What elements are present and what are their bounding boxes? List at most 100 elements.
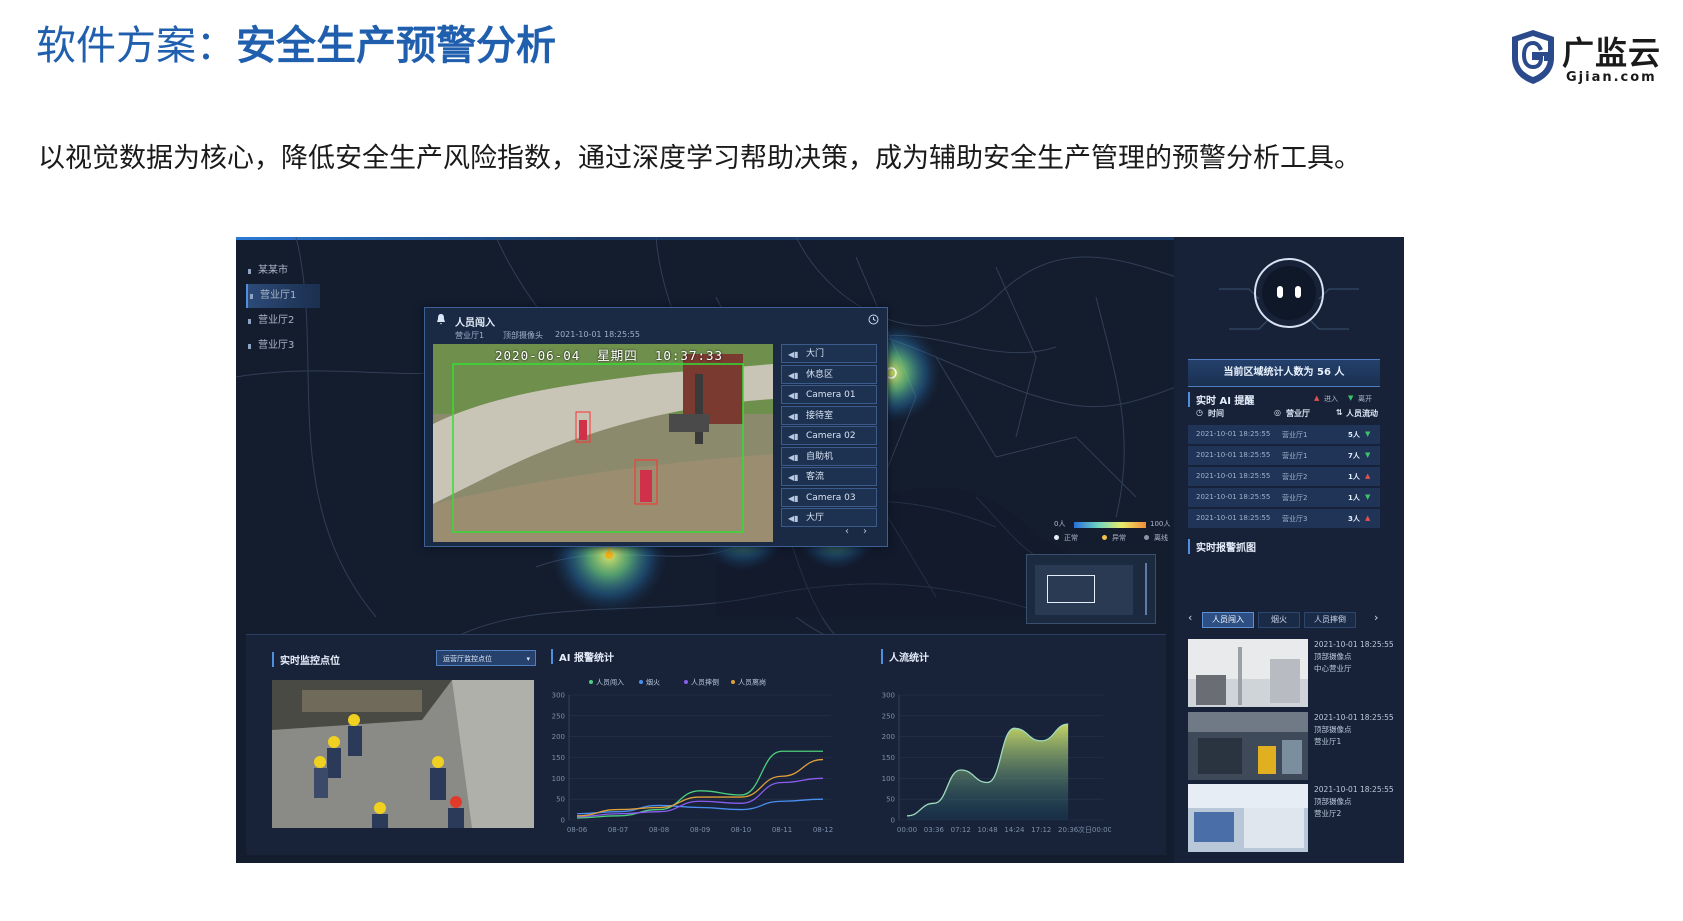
arrow-down-icon: ▼ bbox=[1348, 394, 1354, 402]
col-flow: 人员流动 bbox=[1346, 409, 1378, 418]
video-timestamp: 2020-06-04 星期四 10:37:33 bbox=[495, 348, 724, 363]
ai-legend: ▲ 进入 ▼ 离开 bbox=[1314, 394, 1394, 404]
camera-label: 自助机 bbox=[806, 451, 834, 462]
bottom-panels: 实时监控点位 运营厅监控点位 ▾ AI 报警统计 0 50 100 150 20… bbox=[246, 634, 1166, 855]
camera-item[interactable]: ◀▮ Camera 01 bbox=[781, 385, 877, 404]
arrow-up-icon: ▲ bbox=[1365, 514, 1371, 522]
ai-alert-row[interactable]: 2021-10-01 18:25:55 营业厅2 1人 ▲ bbox=[1188, 467, 1380, 486]
ai-alert-row[interactable]: 2021-10-01 18:25:55 营业厅3 3人 ▲ bbox=[1188, 509, 1380, 528]
chevron-right-icon[interactable]: › bbox=[1374, 611, 1378, 624]
popup-time: 2021-10-01 18:25:55 bbox=[555, 330, 640, 339]
chevron-left-icon[interactable]: ‹ bbox=[1188, 611, 1192, 624]
minimap-slider[interactable] bbox=[1145, 563, 1147, 615]
chevron-left-icon[interactable]: ‹ bbox=[845, 526, 863, 537]
camera-label: 大厅 bbox=[806, 513, 825, 523]
col-time: 时间 bbox=[1208, 409, 1224, 418]
x-tick-label: 次日00:00 bbox=[1078, 825, 1111, 834]
tab-intrusion[interactable]: 人员闯入 bbox=[1202, 612, 1254, 628]
title-main: 安全生产预警分析 bbox=[236, 23, 556, 69]
row-flow: 1人 bbox=[1348, 494, 1360, 502]
y-tick-label: 200 bbox=[552, 733, 565, 741]
people-icon: ⇅ bbox=[1336, 408, 1343, 417]
row-time: 2021-10-01 18:25:55 bbox=[1196, 430, 1271, 438]
camera-label: Camera 02 bbox=[806, 431, 856, 441]
legend-swatch bbox=[589, 680, 593, 684]
camera-item[interactable]: ◀▮ 休息区 bbox=[781, 364, 877, 384]
camera-item[interactable]: ◀▮ 大门 bbox=[781, 344, 877, 363]
snapshot-image[interactable] bbox=[1188, 639, 1308, 707]
snapshot-image[interactable] bbox=[1188, 784, 1308, 852]
minimap-viewport[interactable] bbox=[1047, 575, 1095, 603]
snapshot-image[interactable] bbox=[1188, 712, 1308, 780]
snapshot-tabs: ‹ 人员闯入 烟火 人员摔倒 › bbox=[1188, 611, 1382, 629]
nav-item-hall2[interactable]: 营业厅2 bbox=[246, 309, 318, 333]
y-tick-label: 200 bbox=[882, 733, 895, 741]
camera-icon: ◀▮ bbox=[788, 411, 799, 421]
heat-min-label: 0人 bbox=[1054, 520, 1066, 528]
chevron-down-icon: ▾ bbox=[526, 655, 530, 663]
camera-label: 接待室 bbox=[806, 410, 834, 421]
camera-item[interactable]: ◀▮ Camera 03 bbox=[781, 487, 877, 507]
field-scene bbox=[433, 344, 773, 542]
arrow-down-icon: ▼ bbox=[1365, 451, 1371, 459]
tab-fire[interactable]: 烟火 bbox=[1258, 612, 1300, 628]
legend-leave: 离开 bbox=[1358, 395, 1372, 403]
slide-title: 软件方案：安全生产预警分析 bbox=[36, 18, 556, 74]
camera-icon: ◀▮ bbox=[788, 493, 799, 503]
camera-item[interactable]: ◀▮ 接待室 bbox=[781, 405, 877, 425]
location-icon: ◎ bbox=[1274, 408, 1281, 417]
y-tick-label: 150 bbox=[552, 754, 565, 762]
camera-item[interactable]: ◀▮ 自助机 bbox=[781, 446, 877, 466]
legend-label: 人员摔倒 bbox=[691, 678, 719, 687]
x-tick-label: 20:36 bbox=[1058, 826, 1079, 834]
camera-item[interactable]: ◀▮ 大厅 bbox=[781, 508, 877, 527]
snap-hall: 中心营业厅 bbox=[1314, 664, 1352, 673]
row-flow: 5人 bbox=[1348, 431, 1360, 439]
ai-alert-row[interactable]: 2021-10-01 18:25:55 营业厅2 1人 ▼ bbox=[1188, 488, 1380, 507]
shield-logo-icon bbox=[1512, 30, 1554, 84]
ai-alert-row[interactable]: 2021-10-01 18:25:55 营业厅1 5人 ▼ bbox=[1188, 425, 1380, 444]
x-tick-label: 03:36 bbox=[924, 826, 945, 834]
monitor-point-select[interactable]: 运营厅监控点位 ▾ bbox=[436, 650, 536, 666]
popup-camera: 顶部摄像头 bbox=[503, 331, 543, 340]
snap-hall: 营业厅1 bbox=[1314, 737, 1342, 746]
select-value: 运营厅监控点位 bbox=[443, 655, 492, 663]
y-tick-label: 250 bbox=[552, 712, 565, 720]
series-area bbox=[907, 724, 1069, 820]
legend-label: 烟火 bbox=[646, 678, 660, 687]
minimap[interactable] bbox=[1026, 554, 1156, 624]
bell-icon bbox=[437, 314, 445, 325]
alert-video-feed[interactable]: 2020-06-04 星期四 10:37:33 bbox=[433, 344, 773, 542]
ai-alert-row[interactable]: 2021-10-01 18:25:55 营业厅1 7人 ▼ bbox=[1188, 446, 1380, 465]
ai-table-header: ◷ 时间 ◎ 营业厅 ⇅ 人员流动 bbox=[1188, 405, 1382, 423]
camera-label: Camera 03 bbox=[806, 492, 856, 503]
popup-title: 人员闯入 bbox=[455, 318, 495, 329]
logo-text: 广监云 bbox=[1562, 34, 1662, 72]
tab-fall[interactable]: 人员摔倒 bbox=[1304, 612, 1356, 628]
ai-robot-icon bbox=[1219, 258, 1359, 330]
clock-icon[interactable] bbox=[868, 314, 879, 325]
row-flow: 3人 bbox=[1348, 515, 1360, 523]
chevron-right-icon[interactable]: › bbox=[863, 526, 881, 537]
nav-item-hall3[interactable]: 营业厅3 bbox=[246, 334, 318, 358]
y-tick-label: 250 bbox=[882, 712, 895, 720]
camera-item[interactable]: ◀▮ 客流 bbox=[781, 467, 877, 486]
arrow-down-icon: ▼ bbox=[1365, 493, 1371, 501]
legend-label: 人员离岗 bbox=[738, 678, 766, 687]
snap-camera: 顶部摄像点 bbox=[1314, 797, 1352, 806]
row-time: 2021-10-01 18:25:55 bbox=[1196, 493, 1271, 501]
title-prefix: 软件方案： bbox=[36, 23, 236, 69]
y-tick-label: 0 bbox=[891, 817, 895, 825]
y-tick-label: 300 bbox=[882, 692, 895, 700]
camera-item[interactable]: ◀▮ Camera 02 bbox=[781, 426, 877, 445]
legend-enter: 进入 bbox=[1324, 395, 1338, 403]
row-flow: 7人 bbox=[1348, 452, 1360, 460]
snap-camera: 顶部摄像点 bbox=[1314, 725, 1352, 734]
snap-hall: 营业厅2 bbox=[1314, 809, 1342, 818]
monitor-video-feed[interactable] bbox=[272, 680, 534, 828]
col-hall: 营业厅 bbox=[1286, 409, 1310, 418]
nav-item-city[interactable]: 某某市 bbox=[246, 259, 318, 283]
camera-pager: ‹› bbox=[845, 526, 881, 537]
row-hall: 营业厅1 bbox=[1282, 431, 1308, 439]
nav-item-hall1[interactable]: 营业厅1 bbox=[246, 284, 320, 308]
